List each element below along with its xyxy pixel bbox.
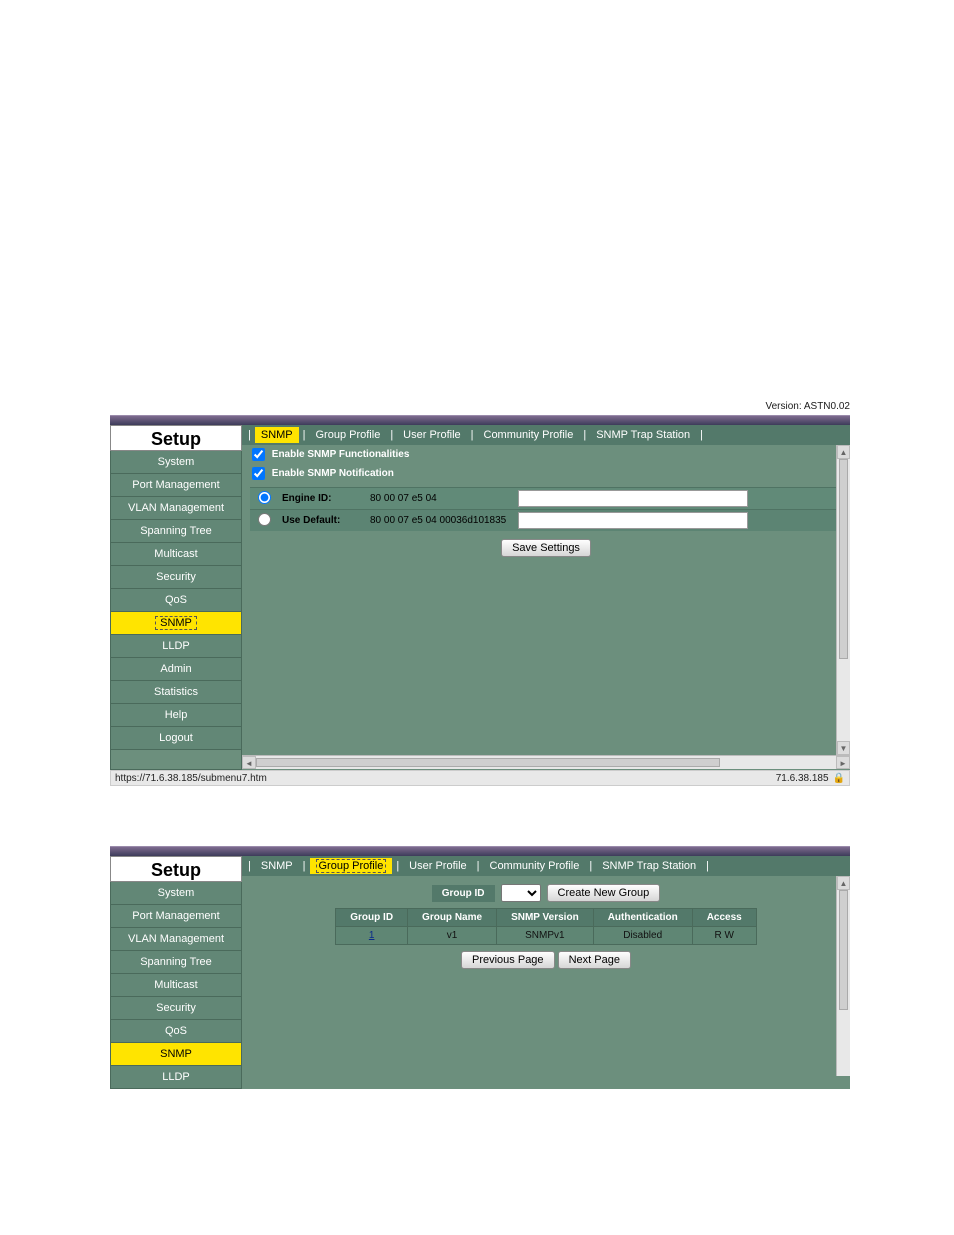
scroll-thumb[interactable] (839, 459, 848, 659)
cell-authentication: Disabled (593, 927, 692, 945)
tab-snmp-trap-station[interactable]: SNMP Trap Station (590, 427, 696, 443)
sidebar-spacer (110, 750, 242, 770)
tab-group-profile[interactable]: Group Profile (310, 858, 393, 874)
save-settings-button[interactable]: Save Settings (501, 539, 591, 557)
title-bar-2 (110, 846, 850, 856)
engine-id-label: Engine ID: (282, 493, 362, 504)
tab-community-profile[interactable]: Community Profile (484, 858, 586, 874)
status-ip: 71.6.38.185 (776, 773, 829, 784)
use-default-input[interactable] (518, 512, 748, 529)
engine-id-input[interactable] (518, 490, 748, 507)
vertical-scrollbar[interactable]: ▲ ▼ (836, 445, 850, 755)
col-group-name: Group Name (408, 909, 497, 927)
use-default-row: Use Default: 80 00 07 e5 04 00036d101835 (250, 509, 842, 531)
sidebar-item-security[interactable]: Security (110, 566, 242, 589)
col-snmp-version: SNMP Version (497, 909, 594, 927)
col-group-id: Group ID (336, 909, 408, 927)
tab-group-profile[interactable]: Group Profile (310, 427, 387, 443)
sidebar-item-snmp[interactable]: SNMP (110, 1043, 242, 1066)
sidebar-item-port-management[interactable]: Port Management (110, 474, 242, 497)
sidebar-item-snmp[interactable]: SNMP (110, 612, 242, 635)
sidebar-item-multicast[interactable]: Multicast (110, 974, 242, 997)
sidebar: Setup System Port Management VLAN Manage… (110, 425, 242, 770)
pager-row: Previous Page Next Page (242, 945, 850, 975)
tab-snmp[interactable]: SNMP (255, 858, 299, 874)
scroll-right-icon[interactable]: ► (836, 756, 850, 769)
group-id-label: Group ID (432, 885, 495, 902)
sidebar-item-statistics[interactable]: Statistics (110, 681, 242, 704)
sidebar-item-lldp[interactable]: LLDP (110, 635, 242, 658)
sidebar-item-qos[interactable]: QoS (110, 589, 242, 612)
group-id-link[interactable]: 1 (369, 930, 375, 941)
group-profile-panel: Setup System Port Management VLAN Manage… (110, 846, 850, 1089)
status-url: https://71.6.38.185/submenu7.htm (111, 773, 776, 784)
create-new-group-button[interactable]: Create New Group (547, 884, 661, 902)
group-table: Group ID Group Name SNMP Version Authent… (335, 908, 756, 945)
table-row: 1 v1 SNMPv1 Disabled R W (336, 927, 756, 945)
sidebar-item-spanning-tree[interactable]: Spanning Tree (110, 951, 242, 974)
sidebar-heading: Setup (110, 425, 242, 451)
cell-group-name: v1 (408, 927, 497, 945)
previous-page-button[interactable]: Previous Page (461, 951, 555, 969)
content-area: | SNMP | Group Profile | User Profile | … (242, 425, 850, 770)
title-bar (110, 415, 850, 425)
sidebar-heading-2: Setup (110, 856, 242, 882)
enable-snmp-notif-checkbox[interactable] (252, 467, 265, 480)
sidebar-item-multicast[interactable]: Multicast (110, 543, 242, 566)
use-default-value: 80 00 07 e5 04 00036d101835 (370, 515, 510, 526)
engine-id-row: Engine ID: 80 00 07 e5 04 (250, 487, 842, 509)
tab-snmp[interactable]: SNMP (255, 427, 299, 443)
next-page-button[interactable]: Next Page (558, 951, 631, 969)
sidebar-item-port-management[interactable]: Port Management (110, 905, 242, 928)
sidebar-item-help[interactable]: Help (110, 704, 242, 727)
col-access: Access (692, 909, 756, 927)
vertical-scrollbar-2[interactable]: ▲ (836, 876, 850, 1076)
cell-snmp-version: SNMPv1 (497, 927, 594, 945)
scroll-left-icon[interactable]: ◄ (242, 756, 256, 769)
sidebar-item-spanning-tree[interactable]: Spanning Tree (110, 520, 242, 543)
tab-community-profile[interactable]: Community Profile (478, 427, 580, 443)
scroll-thumb[interactable] (839, 890, 848, 1010)
create-group-row: Group ID Create New Group (242, 876, 850, 908)
horizontal-scrollbar[interactable]: ◄ ► (242, 755, 850, 769)
enable-snmp-func-label: Enable SNMP Functionalities (272, 449, 410, 460)
use-default-label: Use Default: (282, 515, 362, 526)
engine-id-value: 80 00 07 e5 04 (370, 493, 510, 504)
enable-snmp-notif-label: Enable SNMP Notification (272, 468, 394, 479)
cell-access: R W (692, 927, 756, 945)
enable-snmp-notif-row: Enable SNMP Notification (242, 464, 850, 483)
tab-bar: | SNMP | Group Profile | User Profile | … (242, 425, 850, 445)
sidebar-item-admin[interactable]: Admin (110, 658, 242, 681)
sidebar-item-system[interactable]: System (110, 882, 242, 905)
snmp-panel: Version: ASTN0.02 Setup System Port Mana… (110, 415, 850, 786)
sidebar-item-logout[interactable]: Logout (110, 727, 242, 750)
engine-id-radio[interactable] (258, 491, 271, 504)
table-header-row: Group ID Group Name SNMP Version Authent… (336, 909, 756, 927)
tab-user-profile[interactable]: User Profile (403, 858, 472, 874)
tab-snmp-trap-station[interactable]: SNMP Trap Station (596, 858, 702, 874)
sidebar-item-lldp[interactable]: LLDP (110, 1066, 242, 1089)
scroll-up-icon[interactable]: ▲ (837, 445, 850, 459)
scroll-down-icon[interactable]: ▼ (837, 741, 850, 755)
scroll-thumb-h[interactable] (256, 758, 720, 767)
use-default-radio[interactable] (258, 513, 271, 526)
version-text: Version: ASTN0.02 (766, 401, 851, 412)
group-id-select[interactable] (501, 884, 541, 902)
enable-snmp-func-checkbox[interactable] (252, 448, 265, 461)
col-authentication: Authentication (593, 909, 692, 927)
lock-icon: 🔒 (833, 773, 845, 784)
sidebar-item-qos[interactable]: QoS (110, 1020, 242, 1043)
tab-bar-2: | SNMP | Group Profile | User Profile | … (242, 856, 850, 876)
sidebar-item-system[interactable]: System (110, 451, 242, 474)
scroll-up-icon[interactable]: ▲ (837, 876, 850, 890)
status-bar: https://71.6.38.185/submenu7.htm 71.6.38… (110, 770, 850, 786)
enable-snmp-func-row: Enable SNMP Functionalities (242, 445, 850, 464)
content-area-2: | SNMP | Group Profile | User Profile | … (242, 856, 850, 1089)
tab-user-profile[interactable]: User Profile (397, 427, 466, 443)
sidebar-2: Setup System Port Management VLAN Manage… (110, 856, 242, 1089)
sidebar-item-security[interactable]: Security (110, 997, 242, 1020)
sidebar-item-vlan-management[interactable]: VLAN Management (110, 928, 242, 951)
sidebar-item-vlan-management[interactable]: VLAN Management (110, 497, 242, 520)
